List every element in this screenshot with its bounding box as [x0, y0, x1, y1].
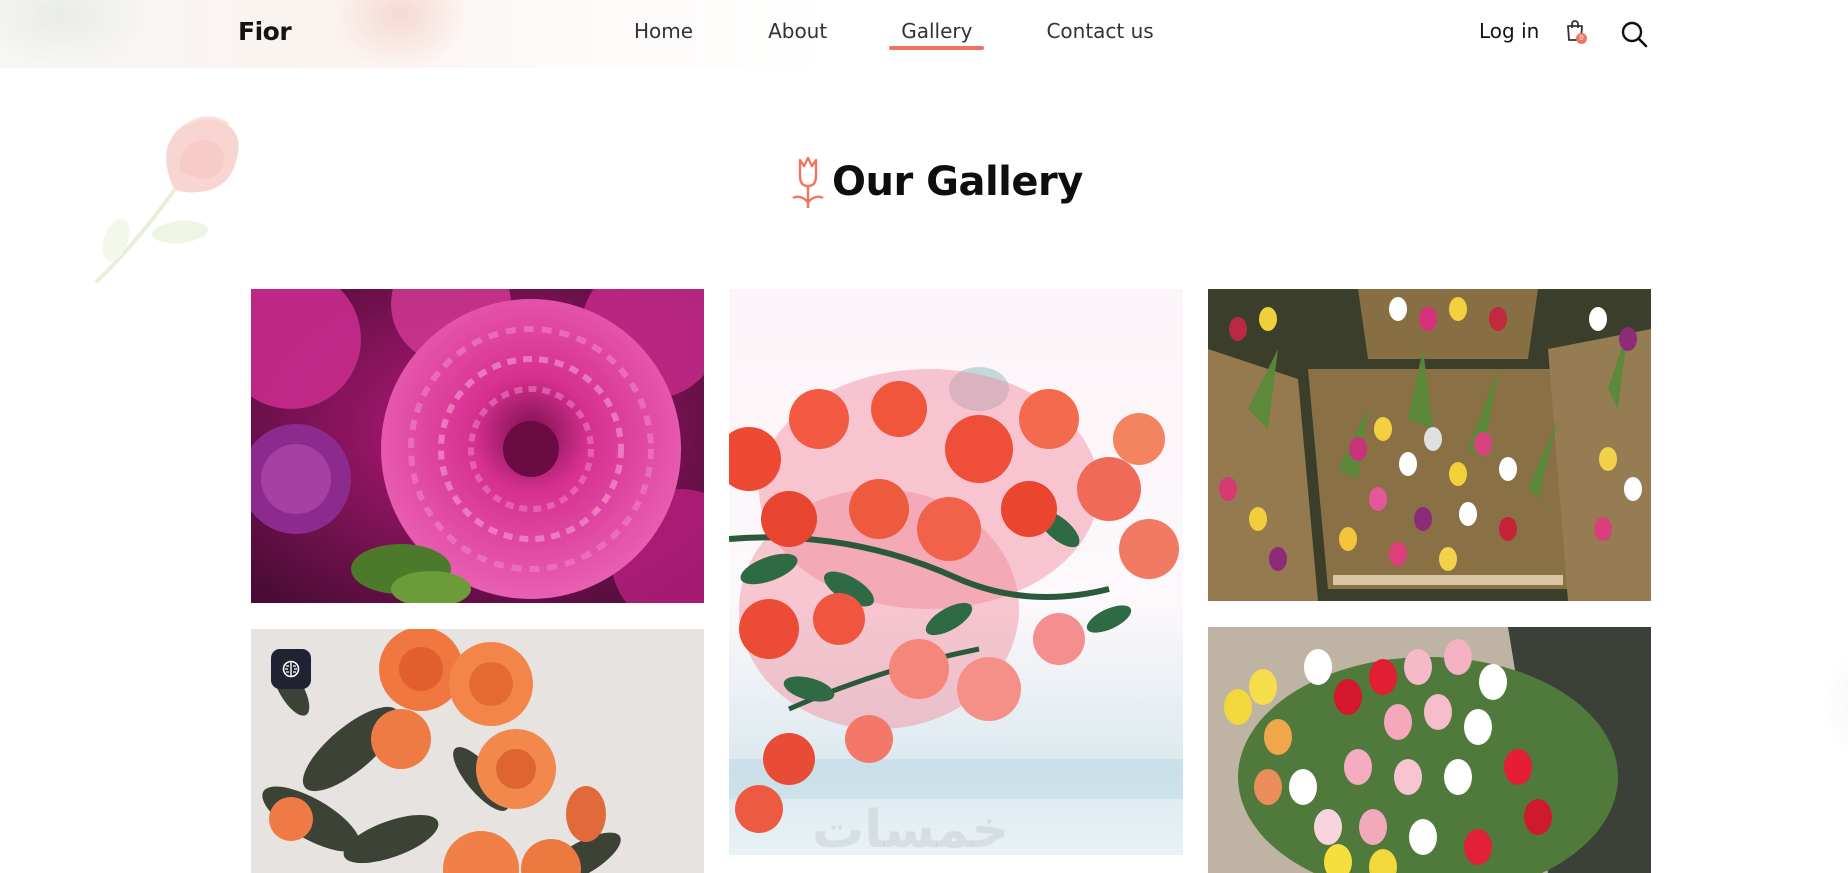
cart-count-badge: 0	[1576, 33, 1587, 44]
nav-contact[interactable]: Contact us	[1046, 19, 1153, 43]
brain-icon	[282, 660, 300, 678]
decorative-rose-illustration	[94, 116, 239, 284]
nav-gallery[interactable]: Gallery	[889, 19, 985, 50]
ai-badge-button[interactable]	[271, 649, 311, 689]
gallery-image-mixed-tulips[interactable]	[1208, 627, 1651, 873]
edge-shadow	[1822, 640, 1848, 770]
gallery-image-orange-roses[interactable]	[251, 629, 704, 873]
nav-about[interactable]: About	[768, 19, 827, 43]
search-button[interactable]	[1620, 20, 1648, 48]
gallery-image-bougainvillea[interactable]	[729, 289, 1183, 855]
tulip-bouquets-photo	[1208, 289, 1651, 601]
mixed-tulips-photo	[1208, 627, 1651, 873]
logo[interactable]: Fior	[238, 17, 292, 46]
tulip-outline-icon	[792, 156, 824, 208]
bougainvillea-photo	[729, 289, 1183, 855]
search-icon	[1621, 21, 1648, 48]
header-background-blur	[0, 0, 150, 68]
orange-roses-photo	[251, 629, 704, 873]
page-title: Our Gallery	[832, 159, 1083, 205]
main-nav: Home About Gallery Contact us	[634, 19, 1154, 50]
gallery-image-dahlia[interactable]	[251, 289, 704, 603]
login-link[interactable]: Log in	[1479, 19, 1539, 43]
cart-button[interactable]: 0	[1565, 20, 1587, 46]
watermark-text: خمسات	[812, 800, 1010, 860]
gallery-image-tulip-bouquets[interactable]	[1208, 289, 1651, 601]
site-header: Fior Home About Gallery Contact us Log i…	[0, 0, 1848, 68]
dahlia-photo	[251, 289, 704, 603]
header-background-blur	[330, 0, 470, 68]
nav-home[interactable]: Home	[634, 19, 693, 43]
gallery-heading: Our Gallery	[790, 152, 1083, 212]
